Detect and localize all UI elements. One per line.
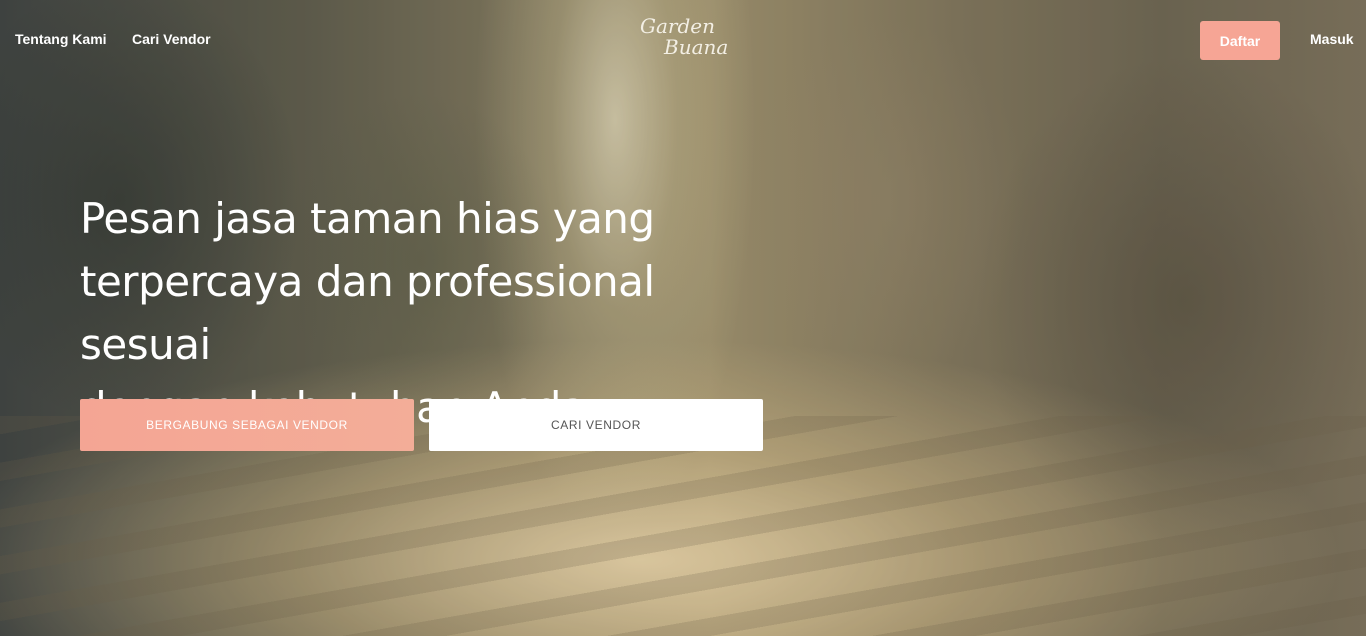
headline-line-1: Pesan jasa taman hias yang — [80, 194, 655, 243]
nav-link-cari-vendor[interactable]: Cari Vendor — [132, 31, 211, 47]
find-vendor-button[interactable]: CARI VENDOR — [429, 399, 763, 451]
hero-section: Tentang Kami Cari Vendor Garden Buana Da… — [0, 0, 1366, 636]
nav-link-tentang-kami[interactable]: Tentang Kami — [15, 31, 107, 47]
headline-line-2: terpercaya dan professional sesuai — [80, 257, 655, 369]
top-navigation: Tentang Kami Cari Vendor Garden Buana Da… — [0, 0, 1366, 80]
join-as-vendor-button[interactable]: BERGABUNG SEBAGAI VENDOR — [80, 399, 414, 451]
logo-line-1: Garden — [640, 14, 715, 38]
login-link[interactable]: Masuk — [1310, 31, 1354, 47]
signup-button[interactable]: Daftar — [1200, 21, 1280, 60]
site-logo[interactable]: Garden Buana — [640, 16, 740, 62]
logo-line-2: Buana — [664, 35, 729, 59]
